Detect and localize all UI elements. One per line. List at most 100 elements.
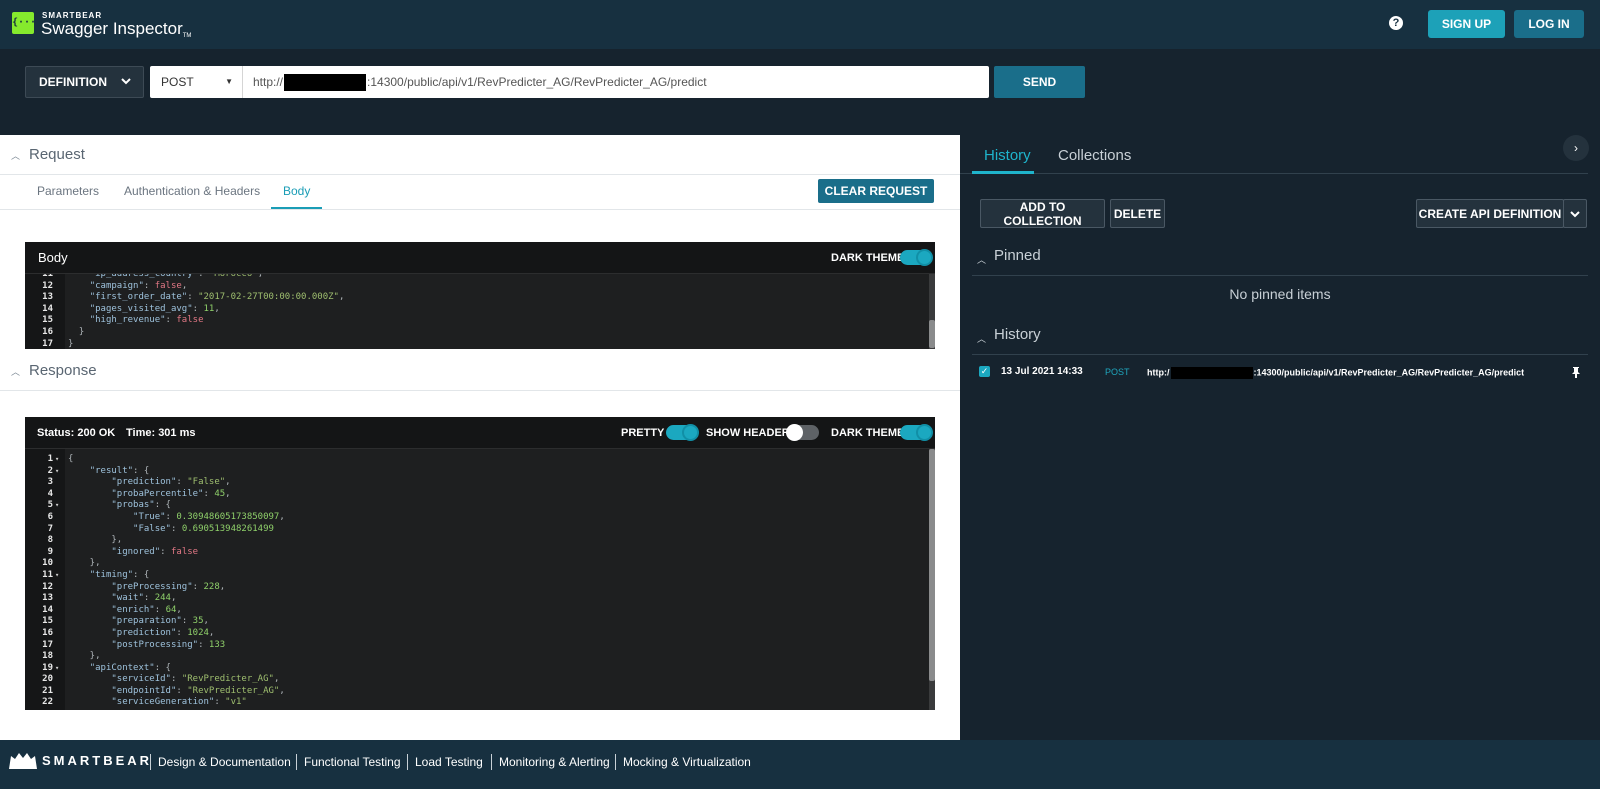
body-scrollbar[interactable]	[929, 274, 935, 349]
toggle-knob	[786, 424, 803, 441]
code-text: "endpointId": "RevPredicter_AG",	[111, 685, 285, 696]
tab-collections[interactable]: Collections	[1058, 147, 1131, 164]
scrollbar-thumb[interactable]	[929, 320, 935, 348]
footer-divider	[150, 754, 151, 770]
history-url-prefix: http:/	[1147, 367, 1170, 378]
footer-link-mocking-virtualization[interactable]: Mocking & Virtualization	[623, 755, 751, 769]
line-number: 22	[42, 697, 53, 708]
pretty-toggle[interactable]	[666, 424, 699, 441]
code-text: "ignored": false	[111, 546, 199, 557]
code-line: 21 "endpointId": "RevPredicter_AG",	[25, 686, 925, 698]
response-section-header[interactable]: ︿ Response	[0, 351, 960, 391]
line-number: 8	[47, 535, 53, 546]
code-text: },	[68, 558, 101, 569]
history-item-checkbox[interactable]: ✓	[979, 366, 990, 377]
history-item[interactable]: ✓ 13 Jul 2021 14:33 POST http:/:14300/pu…	[972, 363, 1588, 385]
history-sidebar: History Collections › ADD TO COLLECTION …	[960, 135, 1600, 740]
collapse-sidebar-icon[interactable]: ›	[1563, 135, 1589, 161]
pretty-label: PRETTY	[621, 427, 665, 439]
response-panel-header: Status: 200 OK Time: 301 ms PRETTY SHOW …	[25, 417, 935, 449]
send-button[interactable]: SEND	[994, 66, 1085, 98]
history-title[interactable]: History	[994, 326, 1041, 343]
code-line: 17 "postProcessing": 133	[25, 640, 925, 652]
response-panel: Status: 200 OK Time: 301 ms PRETTY SHOW …	[25, 417, 935, 710]
response-dark-theme-toggle[interactable]	[900, 424, 933, 441]
footer-link-monitoring-alerting[interactable]: Monitoring & Alerting	[499, 755, 610, 769]
clear-request-button[interactable]: CLEAR REQUEST	[818, 179, 934, 203]
footer-divider	[491, 754, 492, 770]
tab-history[interactable]: History	[984, 147, 1031, 164]
footer-link-functional-testing[interactable]: Functional Testing	[304, 755, 401, 769]
fold-toggle-icon[interactable]: ▾	[55, 570, 63, 582]
method-select[interactable]: POST ▼	[150, 66, 243, 98]
fold-toggle-icon[interactable]: ▾	[55, 500, 63, 512]
create-api-definition-button[interactable]: CREATE API DEFINITION	[1416, 199, 1564, 228]
line-number: 1	[47, 454, 53, 464]
pin-icon[interactable]	[1571, 366, 1581, 381]
history-item-method: POST	[1105, 367, 1130, 377]
create-api-dropdown-button[interactable]	[1563, 199, 1587, 228]
code-lines: 11 "ip_address_country": "Morocco", 12 "c…	[25, 274, 925, 349]
line-number: 15	[42, 315, 53, 326]
request-body-editor[interactable]: 11 "ip_address_country": "Morocco", 12 "c…	[25, 274, 935, 349]
history-item-url[interactable]: http:/:14300/public/api/v1/RevPredicter_…	[1147, 367, 1524, 379]
code-line: 18 },	[25, 651, 925, 663]
code-line: 12 "preProcessing": 228,	[25, 582, 925, 594]
chevron-up-icon: ︿	[11, 367, 21, 377]
url-input[interactable]: http://:14300/public/api/v1/RevPredicter…	[243, 66, 989, 98]
help-icon[interactable]: ?	[1389, 16, 1403, 30]
line-number: 10	[42, 558, 53, 569]
code-text: "False": 0.690513948261499	[133, 523, 274, 534]
code-text: }	[68, 338, 74, 349]
tab-parameters[interactable]: Parameters	[37, 184, 99, 198]
scrollbar-thumb[interactable]	[929, 449, 935, 681]
body-dark-theme-toggle[interactable]	[900, 249, 933, 266]
tab-authentication-headers[interactable]: Authentication & Headers	[124, 184, 260, 198]
sign-up-button[interactable]: SIGN UP	[1428, 10, 1505, 38]
pinned-divider	[972, 275, 1588, 276]
fold-toggle-icon[interactable]: ▾	[55, 454, 63, 466]
tab-body[interactable]: Body	[283, 184, 310, 198]
pinned-title[interactable]: Pinned	[994, 247, 1041, 264]
code-text: "serviceGeneration": "v1"	[111, 697, 247, 708]
show-headers-toggle[interactable]	[786, 424, 819, 441]
code-text: "enrich": 64,	[111, 604, 182, 615]
log-in-button[interactable]: LOG IN	[1514, 10, 1584, 38]
top-header: {···} SMARTBEAR Swagger InspectorTM ? SI…	[0, 0, 1600, 49]
code-line: 10 },	[25, 558, 925, 570]
line-number: 12	[42, 280, 53, 291]
code-text: "serviceId": "RevPredicter_AG",	[111, 674, 280, 685]
pinned-empty-message: No pinned items	[1229, 286, 1331, 302]
line-number: 15	[42, 616, 53, 627]
response-body-viewer[interactable]: 1 ▾{2 ▾ "result": {3 "prediction": "False"…	[25, 449, 935, 710]
body-panel-header: Body DARK THEME	[25, 242, 935, 274]
url-prefix: http://	[253, 75, 284, 89]
code-line: 19 ▾ "apiContext": {	[25, 663, 925, 675]
request-section-header[interactable]: ︿ Request	[0, 135, 960, 175]
code-line: 4 "probaPercentile": 45,	[25, 489, 925, 501]
code-text: "wait": 244,	[111, 593, 177, 604]
add-to-collection-button[interactable]: ADD TO COLLECTION	[980, 199, 1105, 228]
fold-toggle-icon[interactable]: ▾	[55, 663, 63, 675]
fold-toggle-icon[interactable]: ▾	[55, 466, 63, 478]
code-text: "probas": {	[111, 500, 171, 511]
brand-product: Swagger InspectorTM	[41, 19, 191, 39]
delete-button[interactable]: DELETE	[1110, 199, 1165, 228]
request-body-panel: Body DARK THEME 11 "ip_address_country":…	[25, 242, 935, 349]
footer-link-load-testing[interactable]: Load Testing	[415, 755, 483, 769]
footer-link-design-documentation[interactable]: Design & Documentation	[158, 755, 291, 769]
code-line: 14 "pages_visited_avg": 11,	[25, 304, 925, 316]
code-line: 22 "serviceGeneration": "v1"	[25, 697, 925, 709]
request-title: Request	[29, 146, 85, 163]
code-line: 13 "wait": 244,	[25, 593, 925, 605]
line-number: 19	[42, 662, 53, 673]
definition-select[interactable]: DEFINITION	[25, 66, 144, 98]
response-scrollbar[interactable]	[929, 449, 935, 710]
line-number: 4	[47, 488, 53, 499]
code-text: "result": {	[89, 465, 150, 476]
code-line: 3 "prediction": "False",	[25, 477, 925, 489]
footer-divider	[296, 754, 297, 770]
line-number: 2	[47, 465, 53, 476]
line-number: 11	[42, 569, 53, 580]
toggle-knob	[916, 249, 933, 266]
